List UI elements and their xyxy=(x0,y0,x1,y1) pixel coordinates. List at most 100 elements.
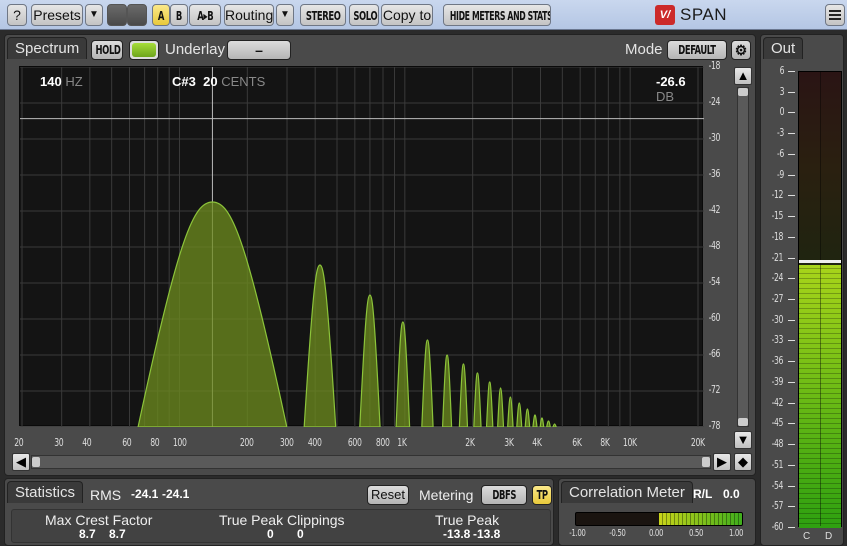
spectrum-peak xyxy=(137,201,288,427)
horizontal-scroll-thumb-right[interactable] xyxy=(702,457,710,467)
presets-button[interactable]: Presets xyxy=(31,4,83,26)
cents-unit: CENTS xyxy=(221,74,266,89)
out-tick-label: -54 xyxy=(771,478,784,492)
spectrum-panel: Spectrum HOLD Underlay – Mode DEFAULT ⚙ … xyxy=(4,34,756,476)
out-tick-label: -57 xyxy=(771,499,784,513)
spectrum-svg xyxy=(20,67,704,427)
spectrum-peak xyxy=(303,264,337,427)
out-tick-mark xyxy=(788,464,795,466)
preset-b-button[interactable]: B xyxy=(176,6,182,25)
tp-clippings-right: 0 xyxy=(297,527,304,541)
spectrum-peak xyxy=(458,363,469,427)
out-tick-label: -15 xyxy=(771,209,784,223)
x-tick-label: 2K xyxy=(464,436,475,449)
spectrum-plot[interactable]: 140 HZ C#3 20 CENTS -26.6 DB xyxy=(19,66,704,427)
spectrum-tab[interactable]: Spectrum xyxy=(7,37,88,59)
out-tick-label: -45 xyxy=(771,416,784,430)
x-tick-label: 800 xyxy=(375,436,390,449)
out-tick-mark xyxy=(788,381,795,383)
out-tick-mark xyxy=(788,112,795,114)
true-peak-label: True Peak xyxy=(435,512,500,528)
metering-label: Metering xyxy=(419,487,474,503)
spectrum-peak xyxy=(516,402,523,427)
vertical-scrollbar[interactable] xyxy=(737,87,749,427)
reset-button[interactable]: Reset xyxy=(367,485,409,505)
out-tick-mark xyxy=(788,506,795,508)
routing-dropdown-button[interactable]: ▼ xyxy=(276,4,294,26)
reset-view-button[interactable]: ◆ xyxy=(734,453,752,471)
y-tick-label: -66 xyxy=(708,347,721,360)
level-unit: DB xyxy=(656,89,675,104)
out-tick-label: 6 xyxy=(779,64,785,77)
true-peak-left: -13.8 xyxy=(443,527,471,541)
true-peak-toggle[interactable]: TP xyxy=(536,486,548,504)
out-tick-label: -51 xyxy=(771,457,784,471)
note-readout: C#3 xyxy=(172,74,196,89)
gear-icon[interactable]: ⚙ xyxy=(731,40,751,60)
scroll-down-button[interactable]: ▼ xyxy=(734,431,752,449)
scroll-up-button[interactable]: ▲ xyxy=(734,67,752,85)
out-tick-label: -60 xyxy=(771,520,784,533)
y-tick-label: -54 xyxy=(708,275,721,288)
redo-button[interactable] xyxy=(127,4,147,26)
undo-button[interactable] xyxy=(107,4,127,26)
preset-a-button[interactable]: A xyxy=(158,6,165,25)
y-tick-label: -48 xyxy=(708,239,721,252)
copy-a-to-b-button[interactable]: A▸B xyxy=(197,6,213,25)
spectrum-peak xyxy=(473,372,482,427)
correlation-value: 0.0 xyxy=(723,487,740,501)
out-tick-label: -36 xyxy=(771,354,784,368)
y-tick-label: -24 xyxy=(708,95,721,108)
solo-button[interactable]: SOLO xyxy=(353,6,377,25)
correlation-scale-label: -0.50 xyxy=(609,528,626,539)
app-logo: V/ xyxy=(655,5,675,25)
hide-meters-button[interactable]: HIDE METERS AND STATS xyxy=(450,6,550,25)
stereo-button[interactable]: STEREO xyxy=(306,6,341,25)
vertical-scroll-thumb-top[interactable] xyxy=(738,88,748,96)
mode-select[interactable]: DEFAULT xyxy=(678,41,716,59)
out-tick-mark xyxy=(788,278,795,280)
hamburger-icon[interactable] xyxy=(825,4,845,26)
out-tick-mark xyxy=(788,91,795,93)
copy-to-button[interactable]: Copy to xyxy=(381,4,433,26)
spectrum-peak xyxy=(532,414,538,427)
channel-label-c: C xyxy=(803,531,811,542)
presets-dropdown-button[interactable]: ▼ xyxy=(85,4,103,26)
scroll-left-button[interactable]: ◀ xyxy=(12,453,30,471)
hold-button[interactable]: HOLD xyxy=(96,41,121,59)
x-tick-label: 100 xyxy=(172,436,186,449)
horizontal-scroll-thumb-left[interactable] xyxy=(32,457,40,467)
x-tick-label: 20 xyxy=(14,436,24,449)
out-tab[interactable]: Out xyxy=(763,37,804,59)
spectrum-peak xyxy=(485,381,494,427)
correlation-scale-label: 1.00 xyxy=(728,528,744,539)
underlay-select[interactable]: – xyxy=(227,40,291,60)
out-tick-mark xyxy=(788,319,795,321)
correlation-tab[interactable]: Correlation Meter xyxy=(561,481,693,503)
x-tick-label: 30 xyxy=(53,436,63,449)
color-swatch-button[interactable] xyxy=(129,40,159,60)
out-tick-label: -39 xyxy=(771,374,784,388)
metering-select[interactable]: DBFS xyxy=(492,486,516,504)
out-tick-label: -42 xyxy=(771,395,784,409)
help-button[interactable]: ? xyxy=(7,4,27,26)
vertical-scroll-thumb-bottom[interactable] xyxy=(738,418,748,426)
correlation-scale-label: 0.50 xyxy=(688,528,704,539)
out-tick-mark xyxy=(788,236,795,238)
out-tick-mark xyxy=(788,195,795,197)
max-crest-label: Max Crest Factor xyxy=(45,512,153,528)
out-tick-mark xyxy=(788,340,795,342)
rms-value-right: -24.1 xyxy=(162,487,190,501)
cents-readout: 20 xyxy=(203,74,218,89)
x-tick-label: 10K xyxy=(623,436,637,449)
statistics-tab[interactable]: Statistics xyxy=(7,481,84,503)
scroll-right-button[interactable]: ▶ xyxy=(713,453,731,471)
y-tick-label: -30 xyxy=(708,131,721,144)
routing-button[interactable]: Routing xyxy=(224,4,274,26)
spectrum-peak xyxy=(546,420,551,427)
horizontal-scrollbar[interactable] xyxy=(31,455,711,469)
correlation-bar xyxy=(575,512,743,526)
correlation-channel-label: R/L xyxy=(693,487,713,501)
spectrum-peak xyxy=(497,387,505,427)
out-tick-mark xyxy=(788,444,795,446)
